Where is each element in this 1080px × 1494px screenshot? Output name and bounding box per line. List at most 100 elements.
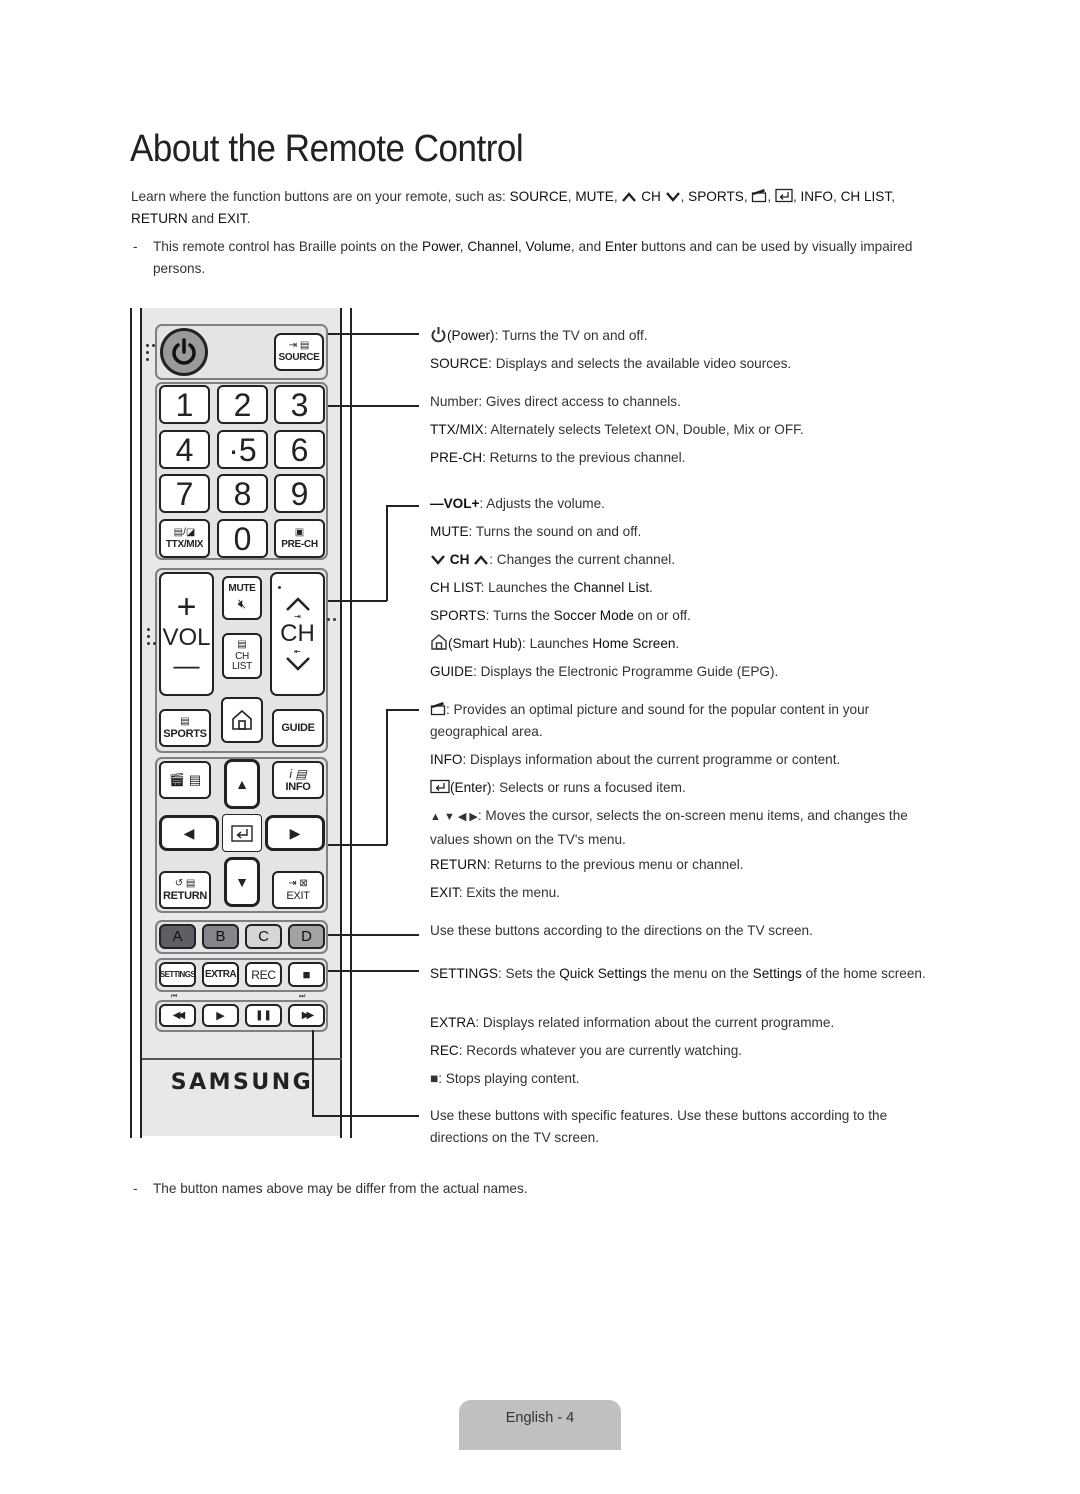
- page-title: About the Remote Control: [130, 128, 524, 170]
- desc-rec: REC: Records whatever you are currently …: [430, 1043, 743, 1058]
- return-button[interactable]: ↺ ▤ RETURN: [159, 871, 211, 909]
- enter-button[interactable]: [222, 814, 262, 852]
- intro-paragraph: Learn where the function buttons are on …: [131, 188, 895, 226]
- callout-line: [386, 709, 388, 845]
- desc-playback: Use these buttons with specific features…: [430, 1108, 888, 1145]
- callout-line: [328, 600, 387, 602]
- digit-button-9[interactable]: 9: [274, 474, 325, 513]
- optimal-content-button[interactable]: 🎬︎ ▤: [159, 761, 211, 799]
- volume-up[interactable]: +: [177, 590, 197, 624]
- channel-list-icon: ▤: [237, 639, 247, 650]
- chevron-down-icon: [431, 555, 445, 565]
- chevron-up-icon: [474, 555, 489, 565]
- digit-button-4[interactable]: 4: [159, 430, 210, 469]
- chevron-down-icon: [665, 192, 680, 202]
- channel-down-icon[interactable]: [284, 656, 312, 672]
- info-button[interactable]: i ▤ INFO: [272, 761, 324, 799]
- pre-ch-icon: ▣: [294, 526, 305, 538]
- callout-line: [328, 405, 419, 407]
- desc-color-buttons: Use these buttons according to the direc…: [430, 923, 813, 938]
- right-arrow-icon: ▶: [289, 824, 301, 841]
- remote-rail: [140, 308, 142, 1138]
- remote-rail: [340, 308, 342, 1138]
- up-arrow-button[interactable]: ▲: [224, 759, 260, 809]
- sports-button[interactable]: ▤ SPORTS: [159, 709, 211, 747]
- pre-ch-button[interactable]: ▣ PRE-CH: [274, 519, 325, 558]
- channel-up-icon[interactable]: [284, 596, 312, 612]
- color-button-a[interactable]: A: [159, 924, 196, 949]
- ttx-mix-button[interactable]: ▤/◪ TTX/MIX: [159, 519, 210, 558]
- callout-line: [386, 709, 419, 711]
- fast-forward-icon: ▶▶: [301, 1010, 315, 1021]
- stop-button[interactable]: ■: [288, 962, 325, 987]
- stop-icon: ■: [302, 967, 311, 982]
- digit-button-5[interactable]: ·5: [217, 430, 268, 469]
- digit-button-7[interactable]: 7: [159, 474, 210, 513]
- color-button-b[interactable]: B: [202, 924, 239, 949]
- settings-button[interactable]: SETTINGS: [159, 962, 196, 987]
- arrow-keys-icon: ▲ ▼ ◀ ▶: [430, 811, 478, 823]
- braille-note: - This remote control has Braille points…: [133, 239, 913, 276]
- play-icon: ▶: [216, 1010, 225, 1022]
- digit-button-2[interactable]: 2: [217, 385, 268, 424]
- mute-button[interactable]: MUTE 🔇︎: [222, 576, 262, 620]
- enter-icon: [430, 779, 450, 794]
- desc-stop: ■: Stops playing content.: [430, 1071, 580, 1086]
- fast-forward-button[interactable]: ▶▶: [288, 1004, 325, 1027]
- desc-number: Number: Gives direct access to channels.: [430, 394, 681, 409]
- desc-settings: SETTINGS: Sets the Quick Settings the me…: [430, 966, 926, 981]
- remote-rail: [350, 308, 352, 1138]
- source-button[interactable]: ⇥ ▤ SOURCE: [274, 333, 324, 371]
- home-icon: [232, 709, 252, 730]
- chevron-up-icon: [622, 192, 637, 202]
- power-button[interactable]: [160, 328, 208, 376]
- digit-button-6[interactable]: 6: [274, 430, 325, 469]
- digit-button-0[interactable]: 0: [217, 519, 268, 558]
- power-icon: [172, 338, 196, 365]
- guide-button[interactable]: GUIDE: [272, 709, 324, 747]
- right-arrow-button[interactable]: ▶: [265, 815, 325, 851]
- callout-line: [312, 1030, 314, 1116]
- desc-guide: GUIDE: Displays the Electronic Programme…: [430, 664, 779, 679]
- desc-ttx-mix: TTX/MIX: Alternately selects Teletext ON…: [430, 422, 804, 437]
- ch-list-button[interactable]: ▤ CH LIST: [222, 633, 262, 679]
- pause-icon: ❚❚: [255, 1010, 272, 1021]
- mute-icon: 🔇︎: [237, 596, 247, 611]
- down-arrow-icon: ▼: [235, 874, 249, 890]
- color-button-c[interactable]: C: [245, 924, 282, 949]
- rewind-button[interactable]: ◀◀: [159, 1004, 196, 1027]
- desc-arrows: ▲ ▼ ◀ ▶: Moves the cursor, selects the o…: [430, 808, 908, 847]
- names-note: - The button names above may be differ f…: [133, 1181, 528, 1196]
- desc-channel: CH : Changes the current channel.: [430, 549, 945, 571]
- smart-hub-button[interactable]: [221, 697, 263, 743]
- digit-button-3[interactable]: 3: [274, 385, 325, 424]
- enter-icon: [231, 824, 253, 842]
- stop-icon: ■: [430, 1071, 439, 1086]
- exit-button[interactable]: ⇥ ⊠ EXIT: [272, 871, 324, 909]
- down-arrow-button[interactable]: ▼: [224, 857, 260, 907]
- desc-source: SOURCE: Displays and selects the availab…: [430, 356, 792, 371]
- digit-button-1[interactable]: 1: [159, 385, 210, 424]
- desc-smart-hub: (Smart Hub): Launches Home Screen.: [430, 633, 945, 655]
- digit-button-8[interactable]: 8: [217, 474, 268, 513]
- extra-button[interactable]: EXTRA: [202, 962, 239, 987]
- channel-rocker[interactable]: ⇥ CH ⇤: [270, 572, 325, 696]
- volume-down[interactable]: —: [174, 652, 200, 678]
- callout-line: [328, 844, 387, 846]
- left-arrow-button[interactable]: ◀: [159, 815, 219, 851]
- desc-optimal-content: : Provides an optimal picture and sound …: [430, 702, 870, 739]
- desc-enter: (Enter): Selects or runs a focused item.: [430, 777, 945, 799]
- callout-line: [328, 934, 419, 936]
- desc-ch-list: CH LIST: Launches the Channel List.: [430, 580, 653, 595]
- rec-button[interactable]: REC: [245, 962, 282, 987]
- color-button-d[interactable]: D: [288, 924, 325, 949]
- desc-extra: EXTRA: Displays related information abou…: [430, 1015, 835, 1030]
- info-icon: i ▤: [289, 766, 307, 781]
- callout-line: [386, 505, 388, 601]
- teletext-icon: ▤/◪: [173, 526, 196, 538]
- volume-rocker[interactable]: + VOL —: [159, 572, 214, 696]
- play-button[interactable]: ▶: [202, 1004, 239, 1027]
- clapperboard-icon: [752, 189, 767, 203]
- pause-button[interactable]: ❚❚: [245, 1004, 282, 1027]
- enter-icon: [775, 188, 793, 203]
